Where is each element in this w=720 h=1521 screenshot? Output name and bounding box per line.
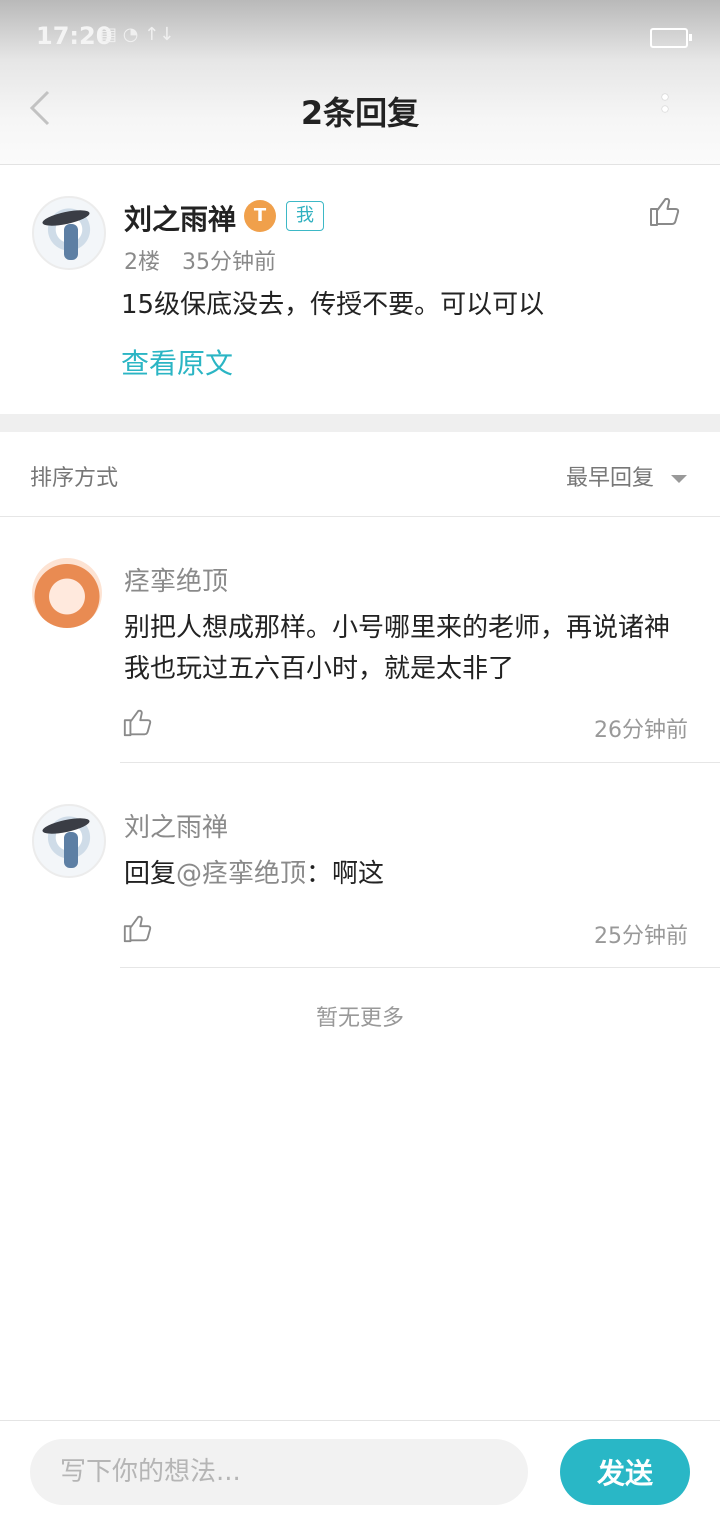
avatar[interactable] (32, 804, 106, 878)
divider (120, 762, 720, 763)
reply-text: 别把人想成那样。小号哪里来的老师，再说诸神我也玩过五六百小时，就是太非了 (124, 613, 671, 684)
battery-icon (650, 28, 692, 48)
more-button[interactable] (652, 88, 678, 132)
reply-author[interactable]: 痉挛绝顶 (124, 561, 228, 598)
page-title: 2条回复 (300, 94, 420, 132)
me-badge: 我 (286, 201, 324, 231)
top-bar: 17:20 ▤ ◔ ↑↓ 2条回复 (0, 0, 720, 165)
post-author[interactable]: 刘之雨禅 (124, 198, 236, 238)
reply-text: 回复@痉挛绝顶：啊这 (124, 854, 694, 895)
send-button[interactable]: 发送 (560, 1439, 690, 1505)
reply-like-button[interactable] (122, 914, 152, 948)
more-icon (652, 94, 678, 112)
post-content: 15级保底没去，传授不要。可以可以 (121, 290, 545, 320)
thumbs-up-icon (123, 915, 152, 943)
view-original-link[interactable]: 查看原文 (121, 342, 233, 382)
section-divider (0, 414, 720, 432)
reply-author[interactable]: 刘之雨禅 (124, 807, 228, 844)
thumbs-up-icon (123, 709, 152, 737)
post-like-button[interactable] (648, 196, 680, 232)
avatar[interactable] (32, 196, 106, 270)
mention-link[interactable]: @痉挛绝顶 (176, 859, 306, 889)
reply-time: 25分钟前 (594, 924, 688, 949)
sort-value: 最早回复 (566, 466, 655, 491)
post-floor: 2楼 (124, 250, 160, 275)
sort-dropdown[interactable]: 最早回复 (566, 460, 688, 492)
status-icons: ▤ ◔ ↑↓ (100, 24, 175, 45)
divider (0, 516, 720, 517)
comment-input[interactable] (30, 1439, 528, 1505)
thumbs-up-icon (650, 197, 680, 226)
post-time: 35分钟前 (182, 250, 276, 275)
level-badge: T (244, 200, 276, 232)
reply-body: ：啊这 (306, 859, 385, 889)
sort-label: 排序方式 (30, 466, 119, 491)
reply-time: 26分钟前 (594, 718, 688, 743)
divider (120, 967, 720, 968)
comment-composer: 发送 (0, 1420, 720, 1521)
reply-prefix: 回复 (124, 859, 177, 889)
caret-down-icon (671, 475, 688, 483)
avatar[interactable] (32, 558, 102, 628)
list-end-text: 暂无更多 (315, 1006, 404, 1031)
reply-like-button[interactable] (122, 708, 152, 742)
